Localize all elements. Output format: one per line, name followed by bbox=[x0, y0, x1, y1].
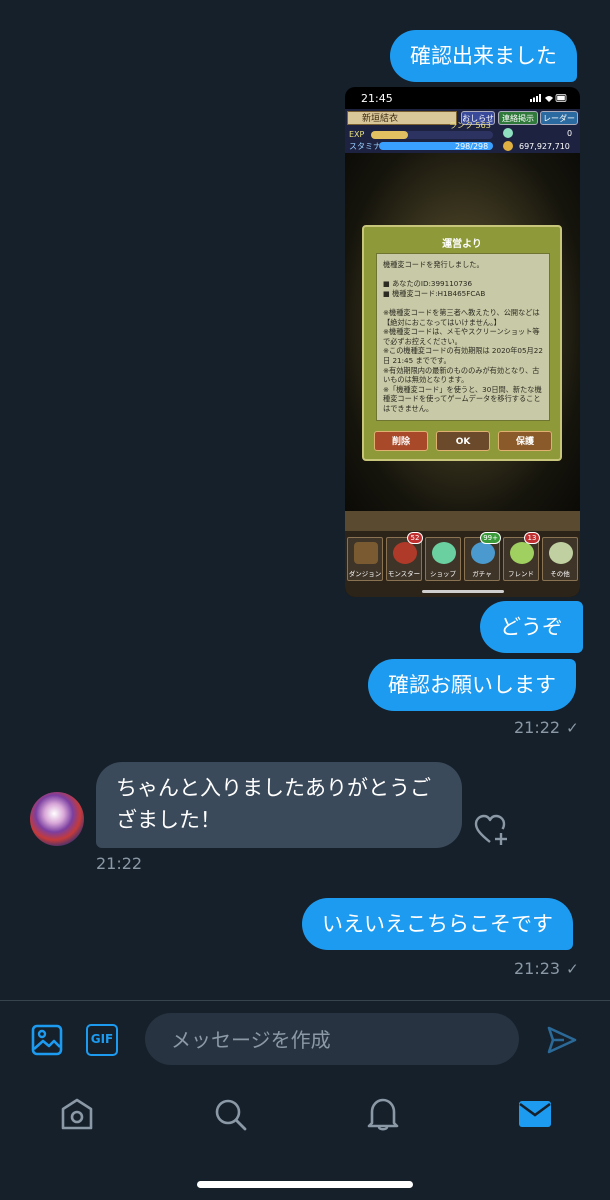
composer-divider bbox=[0, 1000, 610, 1001]
phone-status-bar: 21:45 bbox=[345, 87, 580, 109]
game-background: 運営より 機種変コードを発行しました。 ■ あなたのID:399110736 ■… bbox=[345, 153, 580, 511]
rank-text: ランク 563 bbox=[449, 121, 491, 130]
tab-badge: 52 bbox=[407, 532, 423, 544]
messages-mail-icon[interactable] bbox=[518, 1096, 552, 1132]
game-tab-label: ガチャ bbox=[472, 570, 492, 578]
game-tab-label: ダンジョン bbox=[348, 570, 382, 578]
message-timestamp: 21:22 bbox=[96, 854, 143, 873]
tab-badge: 13 bbox=[524, 532, 540, 544]
phone-home-indicator bbox=[422, 590, 504, 593]
exp-label: EXP bbox=[349, 130, 365, 139]
dialog-body-text: 機種変コードを発行しました。 ■ あなたのID:399110736 ■ 機種変コ… bbox=[383, 260, 543, 413]
coin-icon bbox=[503, 141, 513, 151]
game-notice-dialog: 運営より 機種変コードを発行しました。 ■ あなたのID:399110736 ■… bbox=[362, 225, 562, 461]
game-tab-label: ショップ bbox=[430, 570, 456, 578]
message-line: ちゃんと入りましたありがとうご bbox=[116, 776, 431, 800]
read-check-icon: ✓ bbox=[566, 960, 579, 978]
message-timestamp: 21:22 ✓ bbox=[514, 718, 579, 737]
message-bubble-incoming[interactable]: ちゃんと入りましたありがとうご ざました！ bbox=[96, 762, 462, 848]
stone-wall bbox=[345, 511, 580, 531]
gacha-egg-icon bbox=[471, 542, 495, 564]
battery-signal-icon bbox=[530, 94, 567, 102]
game-tab-dungeon[interactable]: ダンジョン bbox=[347, 537, 383, 581]
game-tab-monster[interactable]: 52 モンスター bbox=[386, 532, 423, 581]
home-icon[interactable] bbox=[60, 1096, 94, 1132]
read-check-icon: ✓ bbox=[566, 719, 579, 737]
dialog-title: 運営より bbox=[442, 239, 482, 250]
search-icon[interactable] bbox=[213, 1096, 247, 1132]
top-cutoff-bar bbox=[0, 0, 610, 8]
like-heart-plus-icon[interactable] bbox=[474, 814, 510, 846]
game-tabbar: ダンジョン 52 モンスター ショップ 99+ ガチャ 13 フレンド その他 bbox=[345, 511, 580, 597]
exp-bar bbox=[371, 131, 493, 139]
stamina-value: 298/298 bbox=[455, 142, 489, 151]
message-line: ざました！ bbox=[116, 808, 221, 832]
save-button[interactable]: 保護 bbox=[498, 431, 552, 451]
shop-gem-icon bbox=[432, 542, 456, 564]
game-header: 新垣結衣 おしらせ 連絡掲示 レーダー EXP ランク 563 スタミナ 298… bbox=[345, 109, 580, 153]
game-tab-label: モンスター bbox=[387, 570, 421, 578]
image-icon[interactable] bbox=[31, 1024, 63, 1056]
message-input[interactable] bbox=[169, 1013, 503, 1067]
game-tab-gacha[interactable]: 99+ ガチャ bbox=[464, 532, 501, 581]
dungeon-icon bbox=[354, 542, 378, 564]
delete-button[interactable]: 削除 bbox=[374, 431, 428, 451]
game-board-button[interactable]: 連絡掲示 bbox=[498, 111, 538, 125]
message-bubble-outgoing[interactable]: いえいえこちらこそです bbox=[302, 898, 573, 950]
other-ring-icon bbox=[549, 542, 573, 564]
gif-button[interactable]: GIF bbox=[86, 1024, 118, 1056]
coin-count: 697,927,710 bbox=[519, 142, 570, 151]
message-bubble-outgoing[interactable]: 確認お願いします bbox=[368, 659, 576, 711]
friend-icon bbox=[510, 542, 534, 564]
attached-screenshot-image[interactable]: 21:45 新垣結衣 おしらせ 連絡掲示 レーダー EXP ランク 563 スタ… bbox=[345, 87, 580, 597]
game-radar-button[interactable]: レーダー bbox=[540, 111, 578, 125]
message-bubble-outgoing[interactable]: 確認出来ました bbox=[390, 30, 577, 82]
game-tab-shop[interactable]: ショップ bbox=[425, 537, 461, 581]
dialog-body: 機種変コードを発行しました。 ■ あなたのID:399110736 ■ 機種変コ… bbox=[376, 253, 550, 421]
message-composer[interactable] bbox=[145, 1013, 519, 1067]
game-tab-friend[interactable]: 13 フレンド bbox=[503, 532, 540, 581]
ok-button[interactable]: OK bbox=[436, 431, 490, 451]
game-tab-label: フレンド bbox=[508, 570, 534, 578]
tab-badge: 99+ bbox=[480, 532, 501, 544]
status-time: 21:45 bbox=[361, 92, 393, 105]
monster-icon bbox=[393, 542, 417, 564]
player-name: 新垣結衣 bbox=[347, 111, 457, 125]
message-timestamp: 21:23 ✓ bbox=[514, 959, 579, 978]
message-bubble-outgoing[interactable]: どうぞ bbox=[480, 601, 583, 653]
notifications-bell-icon[interactable] bbox=[366, 1096, 400, 1132]
game-tab-label: その他 bbox=[550, 570, 570, 578]
stamina-label: スタミナ bbox=[349, 142, 381, 151]
stone-count: 0 bbox=[567, 129, 573, 138]
home-indicator bbox=[197, 1181, 413, 1188]
game-tab-other[interactable]: その他 bbox=[542, 537, 578, 581]
avatar[interactable] bbox=[30, 792, 84, 846]
send-icon[interactable] bbox=[546, 1024, 578, 1056]
stone-icon bbox=[503, 128, 513, 138]
